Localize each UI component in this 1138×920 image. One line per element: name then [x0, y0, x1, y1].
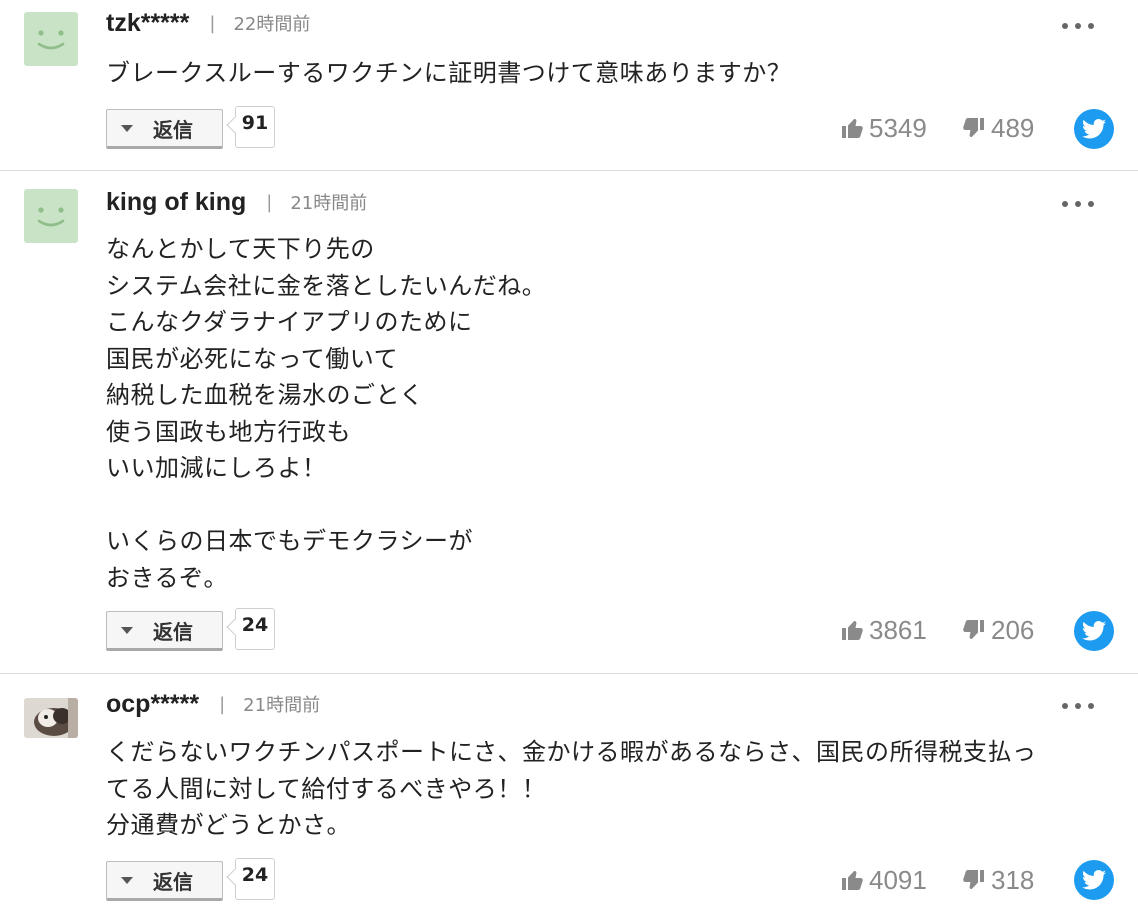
reply-button[interactable]: 返信: [106, 611, 223, 651]
comment-actions: 返信 24 3861 206: [0, 608, 1138, 654]
dislike-count: 318: [991, 864, 1035, 895]
like-button[interactable]: 4091: [840, 860, 927, 900]
more-options-icon[interactable]: [1062, 701, 1094, 711]
pet-photo-avatar: [24, 698, 78, 738]
avatar[interactable]: [24, 698, 78, 738]
reply-count-badge: 24: [235, 608, 275, 650]
caret-down-icon: [121, 876, 133, 884]
like-button[interactable]: 5349: [840, 108, 927, 148]
separator: |: [209, 12, 216, 34]
thumbs-down-icon: [963, 870, 984, 889]
thumbs-down-icon: [963, 118, 984, 137]
comment-item: ocp***** | 21時間前 くだらないワクチンパスポートにさ、金かける暇が…: [0, 674, 1138, 920]
twitter-bird-icon: [1082, 119, 1106, 139]
like-count: 4091: [869, 864, 927, 895]
reply-count-badge: 91: [235, 106, 275, 148]
twitter-bird-icon: [1082, 621, 1106, 641]
thumbs-up-icon: [842, 871, 863, 890]
like-count: 3861: [869, 614, 927, 645]
comment-text: ブレークスルーするワクチンに証明書つけて意味ありますか？: [106, 59, 792, 87]
thumbs-up-icon: [842, 119, 863, 138]
comment-header: ocp***** | 21時間前: [106, 686, 320, 722]
comment-actions: 返信 91 5349 489: [0, 106, 1138, 152]
like-button[interactable]: 3861: [840, 610, 927, 650]
separator: |: [219, 693, 226, 715]
timestamp: 22時間前: [233, 14, 311, 35]
comment-item: king of king | 21時間前 なんとかして天下り先の システム会社に…: [0, 171, 1138, 674]
username[interactable]: ocp*****: [106, 690, 199, 719]
separator: |: [266, 191, 273, 213]
comment-header: tzk***** | 22時間前: [106, 5, 310, 41]
dislike-button[interactable]: 489: [962, 108, 1034, 148]
reply-button[interactable]: 返信: [106, 109, 223, 149]
comment-text: くだらないワクチンパスポートにさ、金かける暇があるならさ、国民の所得税支払っ て…: [106, 738, 1037, 839]
dislike-button[interactable]: 318: [962, 860, 1034, 900]
avatar[interactable]: [24, 189, 78, 243]
reply-label: 返信: [153, 619, 193, 644]
username[interactable]: tzk*****: [106, 9, 189, 38]
like-count: 5349: [869, 112, 927, 143]
comment-actions: 返信 24 4091 318: [0, 858, 1138, 904]
username[interactable]: king of king: [106, 188, 246, 217]
caret-down-icon: [121, 124, 133, 132]
caret-down-icon: [121, 626, 133, 634]
more-options-icon[interactable]: [1062, 21, 1094, 31]
smiley-face-icon: [37, 207, 65, 227]
twitter-bird-icon: [1082, 870, 1106, 890]
twitter-share-button[interactable]: [1074, 611, 1114, 651]
comment-text: なんとかして天下り先の システム会社に金を落としたいんだね。 こんなクダラナイア…: [106, 235, 547, 592]
comment-item: tzk***** | 22時間前 ブレークスルーするワクチンに証明書つけて意味あ…: [0, 0, 1138, 171]
reply-button[interactable]: 返信: [106, 861, 223, 901]
dislike-count: 206: [991, 614, 1035, 645]
more-options-icon[interactable]: [1062, 199, 1094, 209]
reply-label: 返信: [153, 117, 193, 142]
thumbs-down-icon: [963, 620, 984, 639]
timestamp: 21時間前: [243, 695, 321, 716]
avatar[interactable]: [24, 12, 78, 66]
smiley-face-icon: [37, 30, 65, 50]
dislike-button[interactable]: 206: [962, 610, 1034, 650]
reply-label: 返信: [153, 869, 193, 894]
comment-header: king of king | 21時間前: [106, 184, 367, 220]
timestamp: 21時間前: [290, 193, 368, 214]
reply-count-badge: 24: [235, 858, 275, 900]
dislike-count: 489: [991, 112, 1035, 143]
thumbs-up-icon: [842, 621, 863, 640]
twitter-share-button[interactable]: [1074, 860, 1114, 900]
twitter-share-button[interactable]: [1074, 109, 1114, 149]
